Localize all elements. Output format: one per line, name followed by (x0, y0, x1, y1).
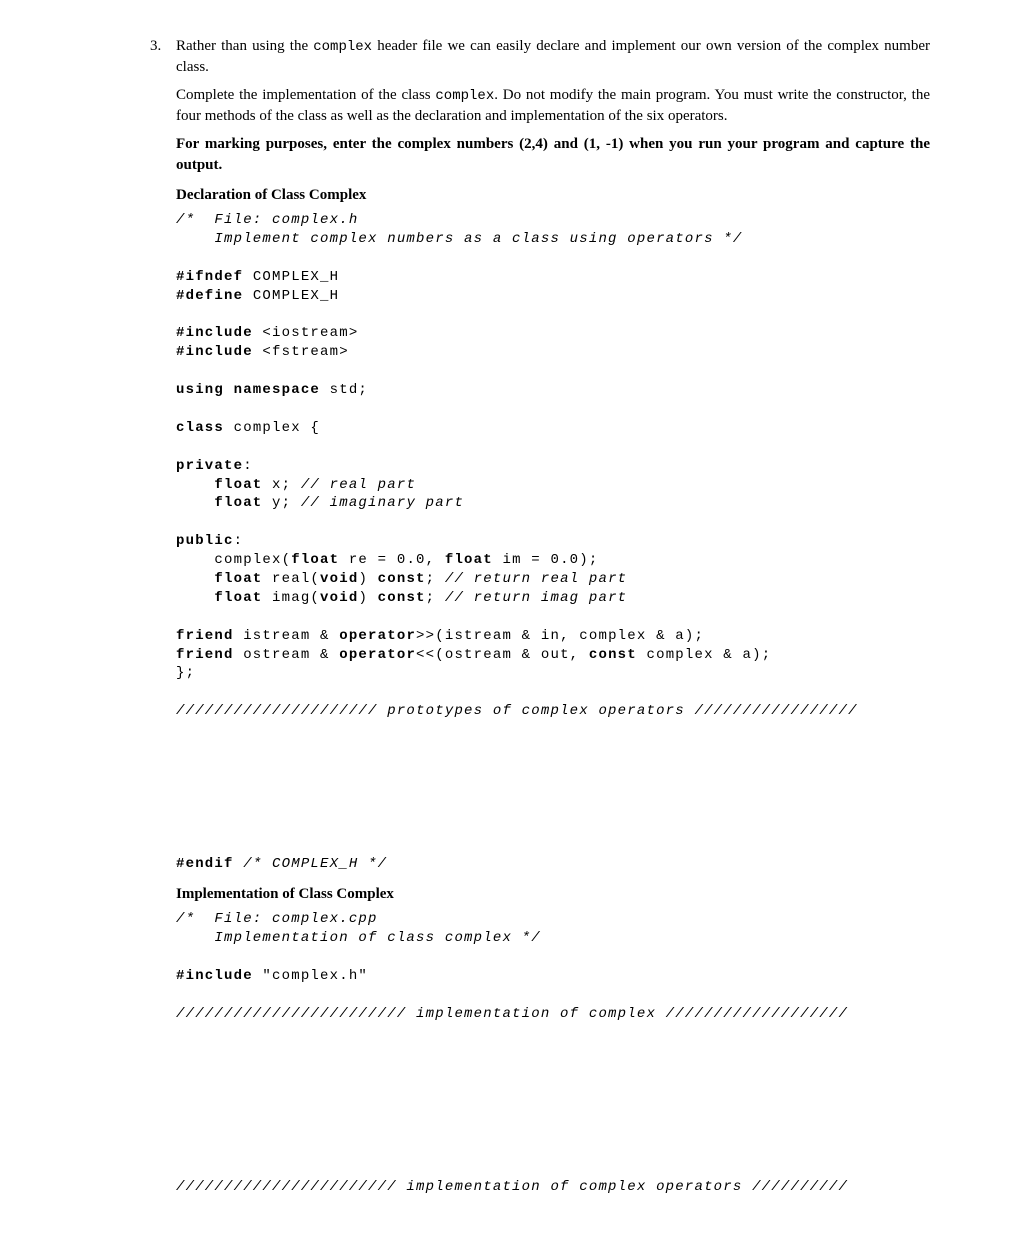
code-line: #include "complex.h" (176, 968, 368, 984)
code-line: Implement complex numbers as a class usi… (176, 231, 742, 247)
code-line: friend ostream & operator<<(ostream & ou… (176, 647, 771, 663)
page: 3. Rather than using the complex header … (0, 0, 1010, 1244)
code-line: /////////////////////// implementation o… (176, 1179, 848, 1195)
code-line: #define COMPLEX_H (176, 288, 339, 304)
code-line: friend istream & operator>>(istream & in… (176, 628, 704, 644)
question-item: 3. Rather than using the complex header … (150, 36, 930, 1204)
blank-space (176, 1032, 930, 1172)
code-line: /* File: complex.h (176, 212, 358, 228)
code-line: float real(void) const; // return real p… (176, 571, 627, 587)
code-line: float y; // imaginary part (176, 495, 464, 511)
para-2: Complete the implementation of the class… (176, 85, 930, 126)
code-line: class complex { (176, 420, 320, 436)
code-line: /* File: complex.cpp (176, 911, 378, 927)
code-block-header: /* File: complex.h Implement complex num… (176, 211, 930, 721)
code-line: #include <iostream> (176, 325, 358, 341)
inline-code: complex (313, 39, 372, 55)
para-1: Rather than using the complex header fil… (176, 36, 930, 77)
code-line: public: (176, 533, 243, 549)
text: Complete the implementation of the class (176, 87, 435, 103)
section-heading-declaration: Declaration of Class Complex (176, 185, 930, 205)
code-line: float imag(void) const; // return imag p… (176, 590, 627, 606)
code-line: }; (176, 665, 195, 681)
section-heading-implementation: Implementation of Class Complex (176, 884, 930, 904)
code-line: #endif /* COMPLEX_H */ (176, 856, 387, 872)
code-line: ///////////////////// prototypes of comp… (176, 703, 858, 719)
code-line: #ifndef COMPLEX_H (176, 269, 339, 285)
code-line: //////////////////////// implementation … (176, 1006, 848, 1022)
code-line: complex(float re = 0.0, float im = 0.0); (176, 552, 599, 568)
inline-code: complex (435, 88, 494, 104)
para-instruction: For marking purposes, enter the complex … (176, 134, 930, 175)
question-content: Rather than using the complex header fil… (176, 36, 930, 1204)
code-line: Implementation of class complex */ (176, 930, 541, 946)
code-endif: #endif /* COMPLEX_H */ (176, 855, 930, 874)
text: Rather than using the (176, 38, 313, 54)
code-line: float x; // real part (176, 477, 416, 493)
code-block-ops: /////////////////////// implementation o… (176, 1178, 930, 1197)
code-line: using namespace std; (176, 382, 368, 398)
code-line: private: (176, 458, 253, 474)
question-number: 3. (150, 36, 176, 56)
code-block-impl: /* File: complex.cpp Implementation of c… (176, 910, 930, 1023)
blank-space (176, 729, 930, 849)
code-line: #include <fstream> (176, 344, 349, 360)
